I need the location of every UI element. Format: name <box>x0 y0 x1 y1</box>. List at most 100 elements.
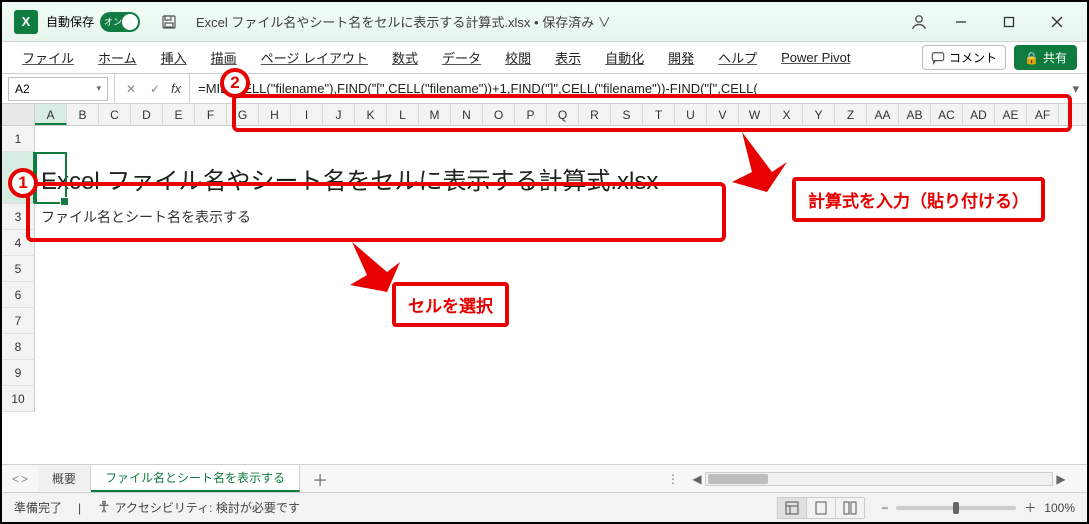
sheet-tab-active[interactable]: ファイル名とシート名を表示する <box>91 465 300 492</box>
col-header[interactable]: M <box>419 104 451 125</box>
spreadsheet-grid[interactable]: 1 2 3 4 5 6 7 8 9 10 Excel ファイル名やシート名をセル… <box>2 126 1087 426</box>
scroll-track[interactable] <box>705 472 1053 486</box>
col-header[interactable]: H <box>259 104 291 125</box>
add-sheet-button[interactable]: ＋ <box>300 467 340 491</box>
row-header[interactable]: 2 <box>2 152 35 204</box>
tab-insert[interactable]: 挿入 <box>151 42 197 73</box>
col-header[interactable]: J <box>323 104 355 125</box>
col-header[interactable]: A <box>35 104 67 125</box>
col-header[interactable]: AC <box>931 104 963 125</box>
sheet-tab[interactable]: 概要 <box>38 466 91 491</box>
col-header[interactable]: T <box>643 104 675 125</box>
tab-powerpivot[interactable]: Power Pivot <box>771 44 860 71</box>
formula-bar[interactable]: =MID(CELL("filename"),FIND("[",CELL("fil… <box>190 74 1087 103</box>
share-button[interactable]: 🔒 共有 <box>1014 45 1077 70</box>
col-header[interactable]: I <box>291 104 323 125</box>
cell-a2[interactable]: Excel ファイル名やシート名をセルに表示する計算式.xlsx <box>35 152 664 204</box>
normal-view-button[interactable] <box>777 497 807 519</box>
accessibility-status[interactable]: アクセシビリティ: 検討が必要です <box>97 499 300 516</box>
tab-file[interactable]: ファイル <box>12 42 84 73</box>
status-divider-icon: | <box>78 501 81 515</box>
tab-automate[interactable]: 自動化 <box>595 42 654 73</box>
page-layout-view-button[interactable] <box>806 497 836 519</box>
col-header[interactable]: D <box>131 104 163 125</box>
page-break-view-button[interactable] <box>835 497 865 519</box>
col-header[interactable]: AB <box>899 104 931 125</box>
save-icon[interactable] <box>160 13 178 31</box>
row-header[interactable]: 10 <box>2 386 35 412</box>
autosave-group: 自動保存 オン <box>46 12 140 32</box>
tab-formulas[interactable]: 数式 <box>382 42 428 73</box>
col-header[interactable]: Q <box>547 104 579 125</box>
col-header[interactable]: S <box>611 104 643 125</box>
row-header[interactable]: 9 <box>2 360 35 386</box>
row-header[interactable]: 3 <box>2 204 35 230</box>
tab-home[interactable]: ホーム <box>88 42 147 73</box>
col-header[interactable]: W <box>739 104 771 125</box>
col-header[interactable]: X <box>771 104 803 125</box>
col-header[interactable]: V <box>707 104 739 125</box>
name-box[interactable]: A2 ▾ <box>8 77 108 101</box>
tab-view[interactable]: 表示 <box>545 42 591 73</box>
col-header[interactable]: R <box>579 104 611 125</box>
sheet-nav-left-icon[interactable]: < <box>12 472 19 486</box>
minimize-button[interactable] <box>939 6 983 38</box>
zoom-thumb[interactable] <box>953 502 959 514</box>
tab-review[interactable]: 校閲 <box>495 42 541 73</box>
document-title[interactable]: Excel ファイル名やシート名をセルに表示する計算式.xlsx • 保存済み … <box>196 12 611 31</box>
col-header[interactable]: AA <box>867 104 899 125</box>
col-header[interactable]: U <box>675 104 707 125</box>
enter-check-icon[interactable]: ✓ <box>147 81 163 97</box>
scroll-thumb[interactable] <box>708 474 768 484</box>
col-header[interactable]: P <box>515 104 547 125</box>
col-header[interactable]: L <box>387 104 419 125</box>
sheet-tab-bar: < > 概要 ファイル名とシート名を表示する ＋ ⋮ ◀ ▶ <box>2 464 1087 492</box>
excel-app-icon: X <box>14 10 38 34</box>
fx-icon[interactable]: fx <box>171 81 181 96</box>
account-icon[interactable] <box>903 6 935 38</box>
close-button[interactable] <box>1035 6 1079 38</box>
zoom-in-button[interactable]: ＋ <box>1024 499 1036 516</box>
formula-expand-icon[interactable]: ▾ <box>1072 81 1079 97</box>
cancel-icon[interactable]: ✕ <box>123 81 139 97</box>
cell-a4[interactable]: ファイル名とシート名を表示する <box>35 204 257 230</box>
col-header[interactable]: K <box>355 104 387 125</box>
col-header[interactable]: AD <box>963 104 995 125</box>
tab-help[interactable]: ヘルプ <box>708 42 767 73</box>
autosave-toggle[interactable]: オン <box>100 12 140 32</box>
row-header[interactable]: 5 <box>2 256 35 282</box>
horizontal-scrollbar[interactable]: ◀ ▶ <box>689 471 1069 487</box>
tab-data[interactable]: データ <box>432 42 491 73</box>
row-header[interactable]: 8 <box>2 334 35 360</box>
select-all-corner[interactable] <box>2 104 35 125</box>
tab-pagelayout[interactable]: ページ レイアウト <box>251 42 378 73</box>
col-header[interactable]: N <box>451 104 483 125</box>
row-header[interactable]: 4 <box>2 230 35 256</box>
row-header[interactable]: 1 <box>2 126 35 152</box>
name-box-value: A2 <box>15 82 30 96</box>
maximize-button[interactable] <box>987 6 1031 38</box>
zoom-out-button[interactable]: − <box>881 501 888 515</box>
zoom-value[interactable]: 100% <box>1044 501 1075 515</box>
col-header[interactable]: E <box>163 104 195 125</box>
col-header[interactable]: B <box>67 104 99 125</box>
tab-developer[interactable]: 開発 <box>658 42 704 73</box>
scroll-left-icon[interactable]: ◀ <box>689 472 705 486</box>
row-header[interactable]: 7 <box>2 308 35 334</box>
sheet-menu-icon[interactable]: ⋮ <box>659 472 689 486</box>
zoom-slider[interactable] <box>896 506 1016 510</box>
col-header[interactable]: G <box>227 104 259 125</box>
col-header[interactable]: Z <box>835 104 867 125</box>
scroll-right-icon[interactable]: ▶ <box>1053 472 1069 486</box>
col-header[interactable]: C <box>99 104 131 125</box>
comments-button[interactable]: コメント <box>922 45 1006 70</box>
col-header[interactable]: AE <box>995 104 1027 125</box>
tab-draw[interactable]: 描画 <box>201 42 247 73</box>
col-header[interactable]: F <box>195 104 227 125</box>
sheet-nav-right-icon[interactable]: > <box>21 472 28 486</box>
col-header[interactable]: O <box>483 104 515 125</box>
col-header[interactable]: AF <box>1027 104 1059 125</box>
row-header[interactable]: 6 <box>2 282 35 308</box>
col-header[interactable]: Y <box>803 104 835 125</box>
quick-access-toolbar <box>160 13 178 31</box>
